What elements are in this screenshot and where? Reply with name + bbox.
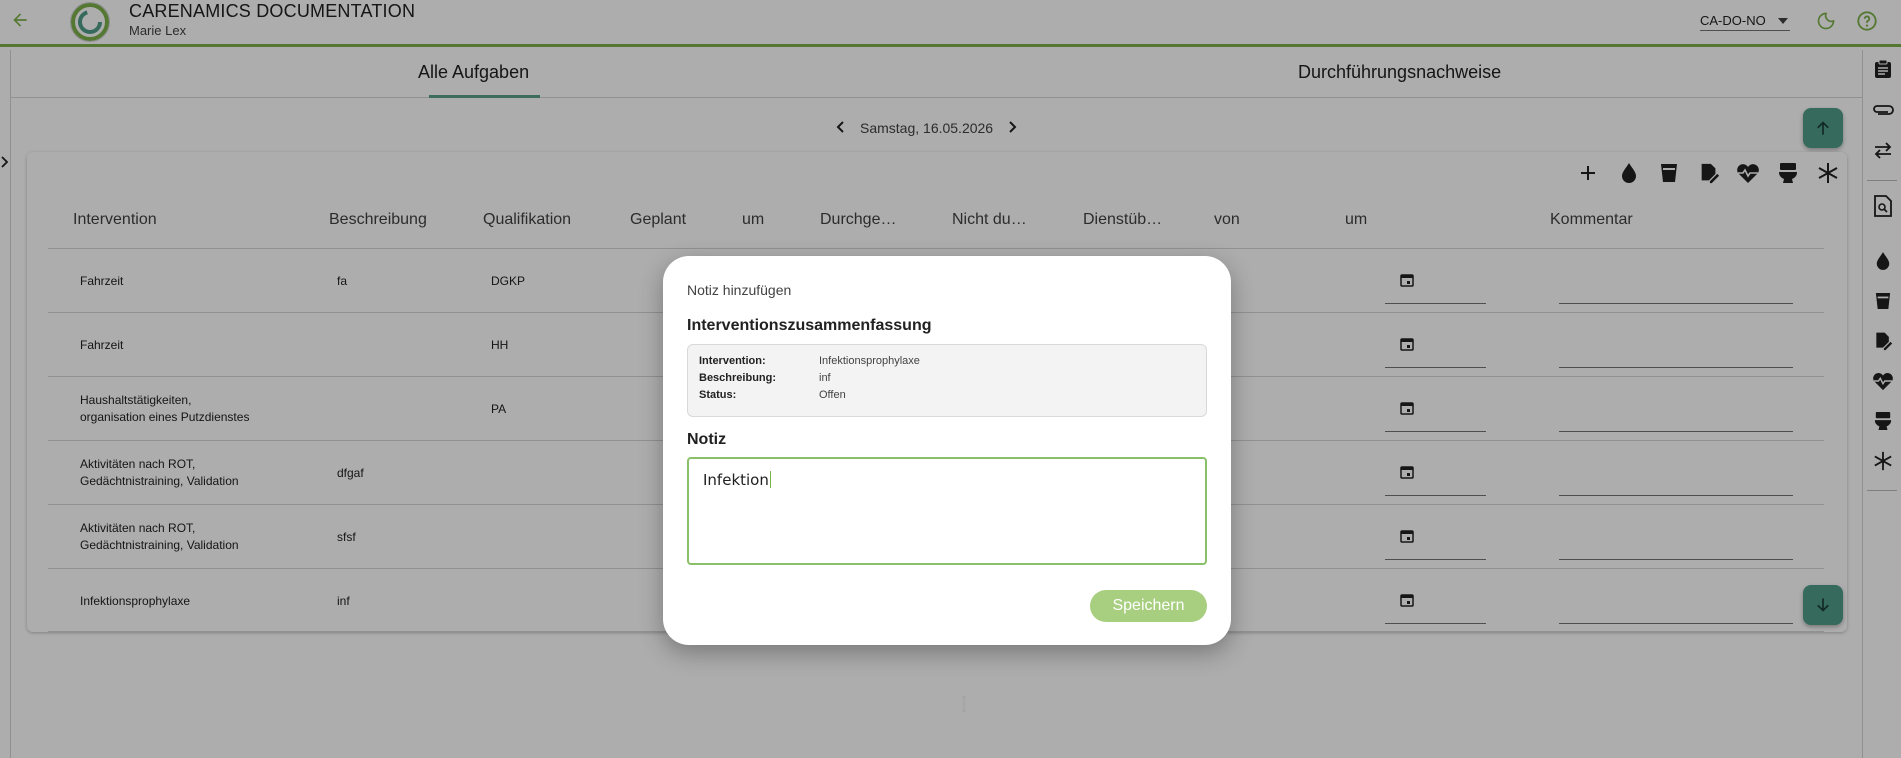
intervention-summary: Intervention: Infektionsprophylaxe Besch… — [687, 344, 1207, 417]
add-note-dialog: Notiz hinzufügen Interventionszusammenfa… — [663, 256, 1231, 712]
save-button[interactable]: Speichern — [1090, 590, 1207, 622]
summary-intervention-label: Intervention: — [699, 355, 766, 367]
note-heading: Notiz — [687, 431, 727, 448]
summary-heading: Interventionszusammenfassung — [687, 317, 932, 334]
note-textarea[interactable]: Infektion — [687, 457, 1207, 712]
note-textarea-value: Infektion — [703, 471, 771, 489]
summary-status-label: Status: — [699, 389, 737, 401]
summary-status-value: Offen — [819, 389, 846, 401]
summary-beschreibung-label: Beschreibung: — [699, 372, 777, 384]
dialog-title: Notiz hinzufügen — [687, 282, 792, 298]
summary-intervention-value: Infektionsprophylaxe — [819, 355, 920, 367]
text-cursor-icon — [962, 696, 966, 712]
summary-beschreibung-value: inf — [819, 372, 831, 384]
